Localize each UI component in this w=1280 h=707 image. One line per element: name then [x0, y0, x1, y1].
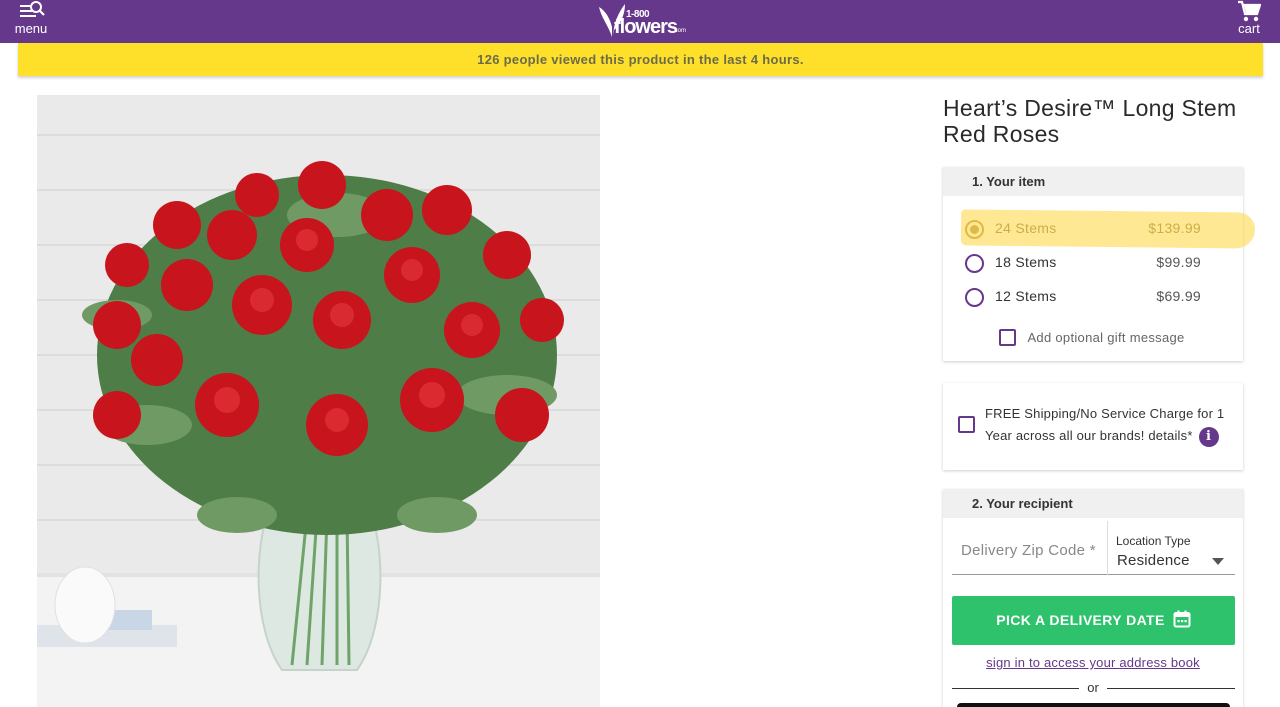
zip-code-input[interactable]: [952, 535, 1107, 565]
logo-suffix: .com: [673, 28, 687, 34]
location-type-value: Residence: [1117, 552, 1190, 569]
option-price: $139.99: [1148, 220, 1201, 236]
size-option-12-stems[interactable]: 12 Stems $69.99: [963, 284, 1223, 310]
shopping-cart-icon: [1238, 0, 1261, 22]
alternate-action-button[interactable]: [957, 703, 1230, 707]
size-option-18-stems[interactable]: 18 Stems $99.99: [963, 250, 1223, 276]
pick-delivery-date-label: PICK A DELIVERY DATE: [996, 612, 1165, 628]
menu-label: menu: [14, 21, 48, 36]
product-title: Heart’s Desire™ Long Stem Red Roses: [943, 95, 1237, 147]
location-type-select[interactable]: Location Type Residence: [1108, 521, 1235, 575]
recipient-section-heading: 2. Your recipient: [943, 489, 1243, 518]
product-image: [37, 95, 600, 707]
cart-button[interactable]: cart: [1234, 0, 1264, 40]
free-shipping-card: FREE Shipping/No Service Charge for 1 Ye…: [943, 383, 1243, 470]
menu-button[interactable]: menu: [13, 0, 49, 40]
size-option-24-stems[interactable]: 24 Stems $139.99: [963, 216, 1223, 242]
location-type-label: Location Type: [1116, 534, 1191, 548]
menu-search-icon: [20, 1, 45, 17]
top-navigation-bar: menu 1-800 flowers .com cart: [0, 0, 1280, 43]
option-price: $69.99: [1156, 288, 1201, 304]
option-label: 24 Stems: [995, 220, 1057, 236]
info-icon[interactable]: i: [1198, 426, 1219, 447]
address-book-signin-link[interactable]: sign in to access your address book: [943, 655, 1243, 670]
checkbox-icon[interactable]: [999, 329, 1016, 347]
pick-delivery-date-button[interactable]: PICK A DELIVERY DATE: [952, 596, 1235, 645]
recipient-card: 2. Your recipient Location Type Residenc…: [943, 489, 1243, 707]
zip-code-field[interactable]: [952, 521, 1107, 575]
radio-unselected-icon[interactable]: [965, 288, 984, 307]
or-divider-text: or: [1079, 680, 1107, 695]
viewers-banner: 126 people viewed this product in the la…: [18, 43, 1263, 76]
gift-message-label: Add optional gift message: [1027, 330, 1185, 346]
radio-selected-icon[interactable]: [965, 220, 984, 239]
option-label: 12 Stems: [995, 288, 1057, 304]
item-selection-card: 1. Your item 24 Stems $139.99 18 Stems $…: [943, 167, 1243, 361]
free-shipping-checkbox[interactable]: [958, 416, 975, 433]
item-section-heading: 1. Your item: [943, 167, 1243, 196]
site-logo[interactable]: 1-800 flowers .com: [598, 0, 688, 40]
calendar-icon: [1173, 610, 1191, 628]
gift-message-checkbox[interactable]: Add optional gift message: [999, 329, 1185, 349]
cart-label: cart: [1238, 21, 1260, 36]
radio-unselected-icon[interactable]: [965, 254, 984, 273]
dropdown-caret-icon: [1212, 558, 1224, 565]
option-label: 18 Stems: [995, 254, 1057, 270]
free-shipping-label: FREE Shipping/No Service Charge for 1 Ye…: [985, 406, 1225, 443]
free-shipping-text: FREE Shipping/No Service Charge for 1 Ye…: [985, 403, 1237, 447]
option-price: $99.99: [1156, 254, 1201, 270]
logo-wordmark: flowers: [614, 16, 678, 38]
